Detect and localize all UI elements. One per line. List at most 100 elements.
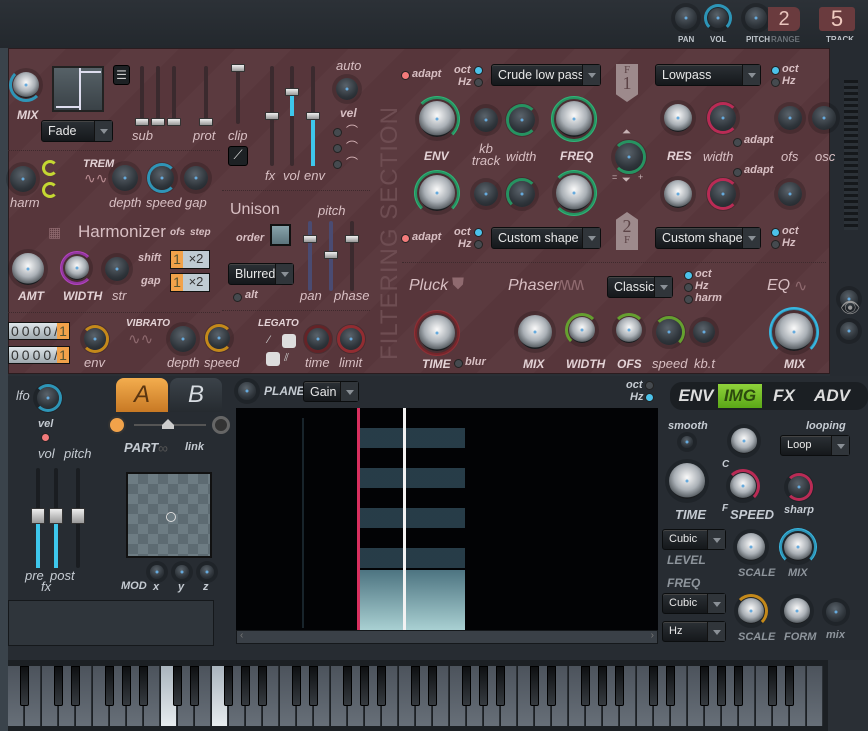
smooth-knob[interactable] [681, 436, 693, 448]
black-key[interactable] [530, 666, 539, 706]
part-b-tab[interactable]: B [170, 378, 222, 412]
f2-hz-radio[interactable] [474, 240, 483, 249]
black-key[interactable] [360, 666, 369, 706]
harm-knob[interactable] [10, 166, 36, 192]
sharp-knob[interactable] [788, 476, 810, 498]
part-a-tab[interactable]: A [116, 378, 168, 412]
part-slider-track[interactable] [134, 419, 206, 429]
black-key[interactable] [581, 666, 590, 706]
f1-oct-radio[interactable] [474, 66, 483, 75]
res-knob[interactable] [664, 104, 692, 132]
eq-mix-knob[interactable] [775, 313, 813, 351]
legato-limit-knob[interactable] [340, 328, 362, 350]
xy-pad-cursor[interactable] [166, 512, 176, 522]
eye-icon[interactable]: 👁 [840, 298, 860, 318]
vol-slider[interactable] [285, 66, 299, 166]
unison-mode-dropdown[interactable]: Blurred [228, 263, 294, 285]
legato-time-knob[interactable] [307, 328, 329, 350]
plane-menu-button[interactable] [238, 382, 256, 400]
pan-knob[interactable] [675, 7, 697, 29]
pitch-lcd-2[interactable]: 0000/1 [8, 346, 70, 364]
part-power-button[interactable] [108, 416, 126, 434]
ofs2-knob[interactable] [778, 182, 802, 206]
legato-mode-4[interactable]: ⫽ [284, 352, 298, 366]
phaser-hz-radio[interactable] [684, 283, 693, 292]
pitch-env-knob[interactable] [84, 328, 106, 350]
pre-fx-slider[interactable] [31, 468, 45, 568]
black-key[interactable] [343, 666, 352, 706]
white-key[interactable] [807, 666, 823, 726]
fr2-hz-radio[interactable] [771, 240, 780, 249]
black-key[interactable] [768, 666, 777, 706]
black-key[interactable] [734, 666, 743, 706]
black-key[interactable] [462, 666, 471, 706]
tab-env[interactable]: ENV [674, 384, 718, 408]
vel-curve-radio-1[interactable] [333, 128, 342, 137]
black-key[interactable] [71, 666, 80, 706]
sub-slider-1[interactable] [135, 66, 149, 126]
fr1-oct-radio[interactable] [771, 66, 780, 75]
f1-kbtrack-knob[interactable] [474, 108, 498, 132]
black-key[interactable] [649, 666, 658, 706]
fr2-width-knob[interactable] [710, 181, 736, 207]
black-key[interactable] [411, 666, 420, 706]
link-down-icon[interactable]: ⏷ [622, 174, 631, 187]
black-key[interactable] [377, 666, 386, 706]
img-c-knob[interactable] [731, 428, 757, 454]
piano-keyboard[interactable] [8, 660, 828, 731]
clip-curve-button[interactable]: ⟋ [228, 146, 248, 166]
sub-slider-3[interactable] [167, 66, 181, 126]
f1-width-knob[interactable] [509, 107, 535, 133]
fr1-adapt-led[interactable] [733, 138, 742, 147]
fr1-type-dropdown[interactable]: Lowpass [655, 64, 761, 86]
track-display[interactable]: 5 [819, 7, 855, 31]
f1-adapt-led[interactable] [401, 71, 410, 80]
mod-y-knob[interactable] [175, 565, 189, 579]
img-time-knob[interactable] [669, 463, 705, 499]
playhead-marker[interactable] [403, 408, 406, 630]
black-key[interactable] [700, 666, 709, 706]
form-knob[interactable] [784, 598, 810, 624]
side-grip[interactable] [844, 80, 858, 230]
f1-hz-radio[interactable] [474, 78, 483, 87]
phaser-ofs-knob[interactable] [616, 317, 642, 343]
trem-gap-knob[interactable] [184, 166, 208, 190]
vel-led[interactable] [41, 433, 50, 442]
black-key[interactable] [122, 666, 131, 706]
clip-slider[interactable] [231, 64, 245, 124]
freq-mix-knob[interactable] [826, 602, 846, 622]
f2-freq-knob[interactable] [556, 175, 592, 211]
level-mix-knob[interactable] [784, 533, 812, 561]
black-key[interactable] [292, 666, 301, 706]
mix-knob[interactable] [13, 72, 39, 98]
phaser-harm-radio[interactable] [684, 295, 693, 304]
tab-fx[interactable]: FX [762, 384, 806, 408]
phaser-mix-knob[interactable] [518, 315, 552, 349]
black-key[interactable] [309, 666, 318, 706]
blur-radio[interactable] [454, 359, 463, 368]
legato-mode-1[interactable]: ⁄ [268, 334, 282, 348]
f2-oct-radio[interactable] [474, 228, 483, 237]
freq-scale-knob[interactable] [738, 598, 764, 624]
black-key[interactable] [547, 666, 556, 706]
range-display[interactable]: 2 [768, 7, 800, 31]
looping-dropdown[interactable]: Loop [780, 435, 850, 456]
black-key[interactable] [54, 666, 63, 706]
phaser-kbt-knob[interactable] [693, 321, 715, 343]
vibrato-speed-knob[interactable] [208, 327, 230, 349]
fr2-type-dropdown[interactable]: Custom shape 2 [655, 227, 761, 249]
phaser-speed-knob[interactable] [656, 319, 682, 345]
mod-x-knob[interactable] [150, 565, 164, 579]
blend-mode-dropdown[interactable]: Fade [41, 120, 113, 142]
black-key[interactable] [785, 666, 794, 706]
phaser-width-knob[interactable] [569, 317, 595, 343]
black-key[interactable] [224, 666, 233, 706]
black-key[interactable] [241, 666, 250, 706]
black-key[interactable] [258, 666, 267, 706]
res2-knob[interactable] [664, 180, 692, 208]
alt-radio[interactable] [233, 293, 242, 302]
side-arrow-button[interactable] [840, 322, 858, 340]
black-key[interactable] [20, 666, 29, 706]
harm-width-knob[interactable] [65, 256, 89, 280]
vibrato-depth-knob[interactable] [170, 326, 196, 352]
